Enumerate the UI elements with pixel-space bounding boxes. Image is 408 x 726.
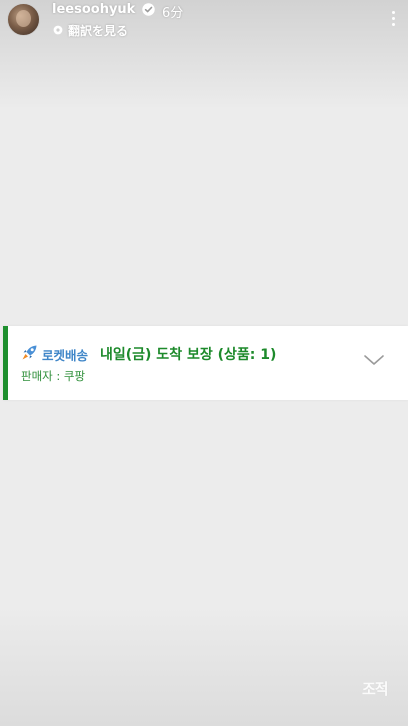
rocket-icon: [22, 345, 37, 360]
seller-text: 판매자 : 쿠팡: [21, 369, 86, 383]
rocket-delivery-label: 로켓배송: [42, 348, 89, 363]
more-dot: [392, 23, 395, 26]
translate-icon: [53, 25, 63, 35]
delivery-info-card[interactable]: 로켓배송 내일(금) 도착 보장 (상품: 1) 판매자 : 쿠팡: [3, 326, 408, 400]
username[interactable]: leesoohyuk: [52, 2, 135, 17]
story-timestamp: 6分: [162, 6, 184, 21]
more-dot: [392, 17, 395, 20]
arrival-guarantee-text: 내일(금) 도착 보장 (상품: 1): [100, 347, 277, 363]
translate-label: 翻訳を見る: [68, 24, 129, 38]
chevron-down-icon[interactable]: [363, 353, 385, 367]
verified-badge-icon: [142, 3, 155, 16]
card-accent-bar: [3, 326, 8, 400]
story-header: leesoohyuk 6分 翻訳を見る: [0, 0, 408, 44]
watermark-logo: 조적: [362, 680, 389, 698]
more-options-button[interactable]: [386, 8, 402, 30]
bottom-shade: [0, 606, 408, 726]
more-dot: [392, 11, 395, 14]
avatar[interactable]: [7, 3, 40, 36]
